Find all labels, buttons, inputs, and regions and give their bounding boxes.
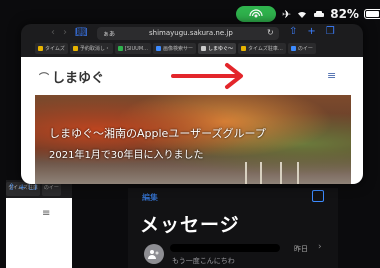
browser-tab-label: 予約取消し・: [79, 46, 110, 52]
url-text: shimayugu.sakura.ne.jp: [149, 29, 233, 37]
avatar: [144, 244, 164, 264]
browser-tab-label: [SIUUM...: [124, 45, 148, 52]
chevron-right-icon: ›: [318, 242, 322, 252]
web-page: ⌒ しまゆぐ ≡ しまゆぐ〜湘南のAppleユーザーズグループ 2021年1月で…: [21, 57, 363, 184]
compose-icon[interactable]: [312, 190, 324, 202]
toolbar-right-icons: ⇧ + ❐: [289, 26, 335, 37]
background-page: ≡: [6, 198, 72, 268]
hamburger-menu-icon[interactable]: ≡: [42, 208, 50, 219]
browser-tab-label: タイムズ: [45, 46, 65, 52]
reader-options-button[interactable]: ぁあ: [103, 29, 115, 38]
personal-hotspot-indicator[interactable]: [236, 6, 276, 22]
reload-icon[interactable]: ↻: [267, 28, 274, 37]
back-icon[interactable]: ‹: [51, 27, 55, 38]
forward-icon[interactable]: ›: [63, 27, 67, 38]
safari-window-card[interactable]: ‹ › 📖︎ ぁあ shimayugu.sakura.ne.jp ↻ ⇧ + ❐…: [21, 24, 363, 184]
wifi-icon: [298, 11, 307, 18]
share-icon[interactable]: ⇧: [8, 183, 16, 193]
background-toolbar-icons: ⇧ + ❐: [8, 183, 37, 193]
red-arrow-annotation: [171, 63, 243, 89]
browser-tab[interactable]: 予約取消し・: [69, 43, 113, 54]
browser-tab-label: のイー: [297, 46, 313, 52]
new-tab-icon[interactable]: +: [307, 26, 315, 37]
battery-fill: [365, 11, 380, 17]
hero-subtitle: 2021年1月で30年目に入りました: [49, 150, 204, 161]
edit-button[interactable]: 編集: [142, 192, 158, 203]
hero-title: しまゆぐ〜湘南のAppleユーザーズグループ: [49, 127, 266, 140]
favicon-icon: [290, 46, 296, 51]
site-menu-icon[interactable]: ≡: [327, 69, 336, 82]
tab-bar: タイムズ 予約取消し・ [SIUUM... 画像検索サー しまゆぐ〜 タイムズ駐車… のイー: [21, 43, 363, 55]
favicon-icon: [72, 46, 78, 51]
status-bar: ✈ 82%: [0, 0, 380, 26]
messages-app: 編集 メッセージ 昨日 › もう一度こんにちわ: [128, 188, 338, 268]
background-tab[interactable]: のイー: [41, 182, 61, 196]
battery-percent: 82%: [330, 7, 359, 21]
site-logo[interactable]: ⌒ しまゆぐ: [39, 67, 104, 86]
tabs-icon[interactable]: ❐: [29, 183, 37, 193]
hotspot-icon: [249, 9, 263, 18]
favicon-icon: [38, 46, 43, 51]
tabs-overview-icon[interactable]: ❐: [326, 26, 335, 37]
favicon-icon: [155, 46, 161, 51]
message-date: 昨日: [294, 245, 308, 253]
browser-tab-label: タイムズ駐車…: [247, 46, 283, 52]
favicon-icon: [117, 46, 123, 51]
plus-icon[interactable]: +: [18, 183, 26, 193]
browser-tab[interactable]: タイムズ駐車…: [237, 43, 286, 54]
browser-tab[interactable]: しまゆぐ〜: [197, 43, 236, 54]
bookmarks-icon[interactable]: 📖︎: [75, 27, 88, 38]
favicon-icon: [240, 46, 246, 51]
background-safari-window[interactable]: タイムズ駐車 のイー ≡: [6, 180, 72, 268]
nav-buttons: ‹ › 📖︎: [51, 27, 88, 38]
person-icon: [148, 250, 159, 259]
site-logo-text: しまゆぐ: [52, 71, 105, 86]
messages-title: メッセージ: [140, 214, 240, 236]
safari-toolbar: ‹ › 📖︎ ぁあ shimayugu.sakura.ne.jp ↻ ⇧ + ❐: [21, 24, 363, 42]
address-bar[interactable]: ぁあ shimayugu.sakura.ne.jp ↻: [97, 27, 279, 40]
status-icons: ✈ 82%: [282, 6, 380, 22]
share-icon[interactable]: ⇧: [289, 26, 297, 37]
fence-post: [260, 162, 262, 184]
message-preview: もう一度こんにちわ: [172, 257, 235, 265]
fence-post: [297, 162, 299, 184]
battery-icon: [363, 9, 380, 19]
fence-post: [245, 162, 247, 184]
browser-tab-label: 画像検索サー: [162, 46, 193, 52]
logo-mark-icon: ⌒: [39, 73, 49, 84]
hero-banner: しまゆぐ〜湘南のAppleユーザーズグループ 2021年1月で30年目に入りまし…: [35, 95, 351, 184]
fence-post: [280, 162, 282, 184]
browser-tab[interactable]: [SIUUM...: [114, 43, 151, 54]
airplane-icon: ✈: [282, 7, 292, 21]
redacted-contact-name: [170, 244, 280, 252]
car-icon: [314, 10, 325, 17]
browser-tab[interactable]: のイー: [287, 43, 316, 54]
browser-tab[interactable]: 画像検索サー: [152, 43, 196, 54]
browser-tab[interactable]: タイムズ: [35, 43, 68, 54]
browser-tab-label: しまゆぐ〜: [207, 46, 233, 52]
favicon-icon: [200, 46, 206, 51]
conversation-row[interactable]: 昨日 › もう一度こんにちわ: [138, 242, 334, 268]
